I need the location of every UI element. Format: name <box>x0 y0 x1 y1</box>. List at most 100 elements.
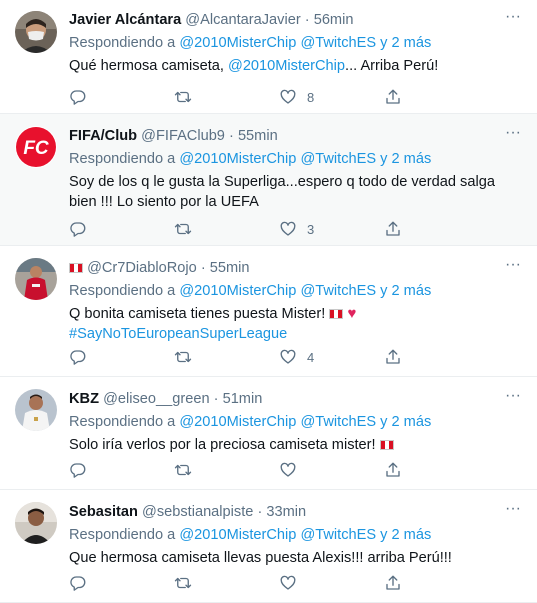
like-button[interactable] <box>279 461 384 479</box>
reply-mention[interactable]: @2010MisterChip <box>179 283 296 299</box>
reply-more-link[interactable]: y 2 más <box>380 35 431 51</box>
reply-icon <box>70 222 86 237</box>
avatar[interactable] <box>15 11 57 53</box>
tweet[interactable]: KBZ @eliseo__green · 51min ··· Respondie… <box>0 377 537 490</box>
more-icon[interactable]: ··· <box>503 388 523 409</box>
replying-to: Respondiendo a @2010MisterChip @TwitchES… <box>69 281 523 301</box>
share-icon <box>386 221 400 236</box>
author-name[interactable]: KBZ <box>69 391 99 407</box>
reply-button[interactable] <box>69 348 174 366</box>
retweet-button[interactable] <box>174 574 279 592</box>
tweet-text-part: ... Arriba Perú! <box>345 58 439 74</box>
heart-icon <box>280 89 296 104</box>
author-name[interactable]: Javier Alcántara <box>69 12 181 28</box>
reply-mention[interactable]: @TwitchES <box>300 414 376 430</box>
tweet-feed: Javier Alcántara @AlcantaraJavier · 56mi… <box>0 0 537 603</box>
tweet[interactable]: FC FIFA/Club @FIFAClub9 · 55min ··· Resp… <box>0 114 537 246</box>
reply-more-link[interactable]: y 2 más <box>380 414 431 430</box>
author-handle[interactable]: @eliseo__green <box>103 391 210 407</box>
hashtag-link[interactable]: #SayNoToEuropeanSuperLeague <box>69 326 287 342</box>
reply-mention[interactable]: @2010MisterChip <box>179 35 296 51</box>
avatar-letters: FC <box>23 138 49 159</box>
reply-mention[interactable]: @TwitchES <box>300 283 376 299</box>
timestamp[interactable]: 56min <box>314 12 354 28</box>
like-button[interactable]: 3 <box>279 220 384 238</box>
author-name[interactable]: FIFA/Club <box>69 128 137 144</box>
reply-mention[interactable]: @TwitchES <box>300 151 376 167</box>
separator-dot: · <box>257 504 263 520</box>
author-name[interactable]: Sebasitan <box>69 504 138 520</box>
reply-more-link[interactable]: y 2 más <box>380 283 431 299</box>
author-handle[interactable]: @sebstianalpiste <box>142 504 253 520</box>
replying-to-label: Respondiendo a <box>69 283 176 299</box>
separator-dot: · <box>304 12 310 28</box>
avatar[interactable] <box>15 258 57 300</box>
share-button[interactable] <box>384 461 489 479</box>
replying-to-label: Respondiendo a <box>69 527 176 543</box>
author-handle[interactable]: @AlcantaraJavier <box>185 12 300 28</box>
reply-mention[interactable]: @2010MisterChip <box>179 151 296 167</box>
retweet-icon <box>174 464 192 476</box>
author-handle[interactable]: @Cr7DiabloRojo <box>87 260 197 276</box>
share-icon <box>386 575 400 590</box>
like-button[interactable] <box>279 574 384 592</box>
reply-mention[interactable]: @2010MisterChip <box>179 414 296 430</box>
separator-dot: · <box>229 128 234 144</box>
share-button[interactable] <box>384 348 489 366</box>
tweet-header: KBZ @eliseo__green · 51min <box>69 389 523 409</box>
more-icon[interactable]: ··· <box>503 125 523 146</box>
timestamp[interactable]: 55min <box>238 128 278 144</box>
peru-flag-icon <box>329 309 344 319</box>
replying-to: Respondiendo a @2010MisterChip @TwitchES… <box>69 525 523 545</box>
heart-icon <box>280 462 296 477</box>
reply-button[interactable] <box>69 88 174 106</box>
reply-more-link[interactable]: y 2 más <box>380 527 431 543</box>
tweet[interactable]: Sebasitan @sebstianalpiste · 33min ··· R… <box>0 490 537 603</box>
reply-button[interactable] <box>69 461 174 479</box>
timestamp[interactable]: 51min <box>223 391 263 407</box>
tweet[interactable]: Javier Alcántara @AlcantaraJavier · 56mi… <box>0 0 537 114</box>
reply-icon <box>70 90 86 105</box>
reply-mention[interactable]: @TwitchES <box>300 527 376 543</box>
retweet-icon <box>174 351 192 363</box>
reply-button[interactable] <box>69 220 174 238</box>
more-icon[interactable]: ··· <box>503 501 523 522</box>
reply-mention[interactable]: @2010MisterChip <box>179 527 296 543</box>
retweet-button[interactable] <box>174 348 279 366</box>
more-icon[interactable]: ··· <box>503 9 523 30</box>
retweet-button[interactable] <box>174 461 279 479</box>
share-button[interactable] <box>384 220 489 238</box>
share-icon <box>386 462 400 477</box>
reply-button[interactable] <box>69 574 174 592</box>
tweet-actions: 8 <box>69 87 489 107</box>
share-button[interactable] <box>384 574 489 592</box>
replying-to: Respondiendo a @2010MisterChip @TwitchES… <box>69 149 523 169</box>
like-button[interactable]: 4 <box>279 348 384 366</box>
share-icon <box>386 89 400 104</box>
share-button[interactable] <box>384 88 489 106</box>
red-heart-icon: ♥ <box>347 305 357 322</box>
tweet-text-part: Q bonita camiseta tienes puesta Mister! <box>69 306 326 322</box>
timestamp[interactable]: 55min <box>210 260 250 276</box>
avatar[interactable] <box>15 502 57 544</box>
reply-mention[interactable]: @TwitchES <box>300 35 376 51</box>
reply-more-link[interactable]: y 2 más <box>380 151 431 167</box>
tweet[interactable]: @Cr7DiabloRojo · 55min ··· Respondiendo … <box>0 246 537 377</box>
timestamp[interactable]: 33min <box>266 504 306 520</box>
retweet-icon <box>174 577 192 589</box>
tweet-header: @Cr7DiabloRojo · 55min <box>69 258 523 278</box>
like-button[interactable]: 8 <box>279 88 384 106</box>
author-handle[interactable]: @FIFAClub9 <box>141 128 225 144</box>
heart-icon <box>280 221 296 236</box>
tweet-text: Soy de los q le gusta la Superliga...esp… <box>69 174 495 210</box>
tweet-mention[interactable]: @2010MisterChip <box>228 58 345 74</box>
like-count: 8 <box>307 89 315 105</box>
avatar[interactable] <box>15 389 57 431</box>
tweet-text: Que hermosa camiseta llevas puesta Alexi… <box>69 550 452 566</box>
retweet-button[interactable] <box>174 220 279 238</box>
like-count: 4 <box>307 349 315 365</box>
more-icon[interactable]: ··· <box>503 257 523 278</box>
avatar[interactable]: FC <box>15 126 57 168</box>
retweet-button[interactable] <box>174 88 279 106</box>
like-count: 3 <box>307 221 315 237</box>
